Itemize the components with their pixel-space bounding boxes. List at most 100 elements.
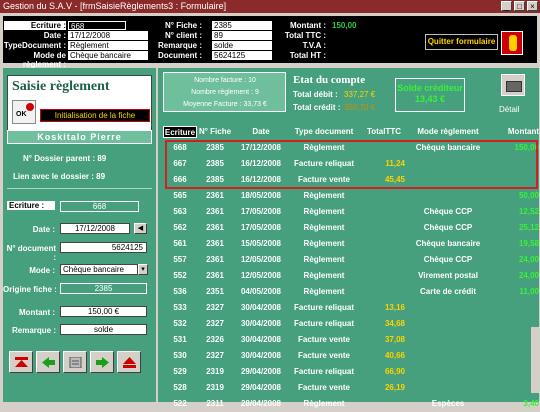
cell-fiche: 2319 (206, 367, 224, 376)
col-totalttc[interactable]: TotalTTC (359, 126, 409, 138)
first-record-button[interactable] (9, 351, 33, 373)
init-form-button[interactable]: Initialisation de la fiche (40, 109, 150, 122)
cell-fiche: 2361 (206, 271, 224, 280)
cell-totalttc: 13,16 (384, 303, 405, 312)
cell-totalttc: 37,08 (384, 335, 405, 344)
cell-totalttc (359, 284, 409, 300)
cell-ecriture: 528 (173, 383, 187, 392)
previous-record-button[interactable] (36, 351, 60, 373)
cell-mode (409, 300, 487, 316)
document-label: Document : (158, 51, 202, 60)
minimize-icon[interactable]: _ (501, 1, 512, 11)
table-row[interactable]: 562 2361 17/05/2008 Règlement Chèque CCP 25,1… (163, 220, 539, 236)
form-ecriture-value: 668 (60, 201, 139, 212)
table-row[interactable]: 531 2326 30/04/2008 Facture vente 37,08 (163, 332, 539, 348)
cell-montant: 50,00 (518, 191, 539, 200)
cell-typedoc: Facture reliquat (293, 367, 354, 376)
ecriture-label: Ecriture : (4, 21, 66, 30)
nb-reglement: Nombre règlement : 9 (191, 89, 259, 96)
moyenne-facture: Moyenne Facture : 33,73 € (183, 101, 267, 108)
cell-ecriture: 561 (173, 239, 187, 248)
last-record-button[interactable] (117, 351, 141, 373)
cell-montant: 19,58 (518, 239, 539, 248)
new-record-button[interactable] (63, 351, 87, 373)
table-row[interactable]: 536 2351 04/05/2008 Règlement Carte de crédi… (163, 284, 539, 300)
table-row[interactable]: 533 2327 30/04/2008 Facture reliquat 13,16 (163, 300, 539, 316)
col-fiche[interactable]: N° Fiche (197, 126, 233, 138)
table-header: Ecriture N° Fiche Date Type document Tot… (163, 126, 539, 138)
detail-label[interactable]: Détail (499, 105, 519, 114)
first-record-icon (15, 357, 28, 367)
cell-mode: Espèces (431, 399, 465, 408)
table-row[interactable]: 529 2319 29/04/2008 Facture reliquat 66,90 (163, 364, 539, 380)
table-row[interactable]: 552 2361 12/05/2008 Règlement Virement posta… (163, 268, 539, 284)
cell-totalttc (359, 236, 409, 252)
col-typedoc[interactable]: Type document (289, 126, 359, 138)
cell-fiche: 2361 (206, 223, 224, 232)
cell-fiche: 2319 (206, 383, 224, 392)
col-ecriture[interactable]: Ecriture (163, 126, 197, 138)
cell-fiche: 2311 (206, 399, 224, 408)
close-icon[interactable]: × (527, 1, 538, 11)
table-row[interactable]: 565 2361 18/05/2008 Règlement 50,00 (163, 188, 539, 204)
form-ndoc-label: N° document : (6, 244, 56, 262)
cell-date: 17/05/2008 (240, 207, 282, 216)
exit-door-icon[interactable] (501, 31, 523, 55)
cell-mode: Chèque bancaire (415, 239, 481, 248)
cell-ecriture: 529 (173, 367, 187, 376)
ecriture-value: 668 (68, 21, 126, 31)
scrollbar[interactable] (531, 327, 539, 393)
table-row[interactable]: 530 2327 30/04/2008 Facture vente 40,66 (163, 348, 539, 364)
cell-mode: Chèque CCP (423, 223, 473, 232)
col-mode[interactable]: Mode règlement (409, 126, 487, 138)
col-montant[interactable]: Montant (487, 126, 539, 138)
typedoc-value: Règlement (68, 41, 148, 50)
form-mode-select[interactable]: Chèque bancaire (60, 264, 138, 275)
cell-ecriture: 562 (173, 223, 187, 232)
cell-typedoc: Facture reliquat (293, 303, 354, 312)
cell-typedoc: Facture vente (297, 335, 351, 344)
cell-date: 12/05/2008 (240, 255, 282, 264)
cell-typedoc: Règlement (303, 287, 345, 296)
quit-form-button[interactable]: Quitter formulaire (425, 34, 498, 50)
table-row[interactable]: 532 2327 30/04/2008 Facture reliquat 34,68 (163, 316, 539, 332)
cell-mode (409, 364, 487, 380)
cell-date: 04/05/2008 (240, 287, 282, 296)
cell-montant: 12,52 (518, 207, 539, 216)
cell-typedoc: Règlement (303, 207, 345, 216)
table-row[interactable]: 522 2311 28/04/2008 Règlement Espèces 3,40 (163, 396, 539, 412)
form-date-input[interactable]: 17/12/2008 (60, 223, 130, 234)
cell-date: 29/04/2008 (240, 367, 282, 376)
table-row[interactable]: 528 2319 29/04/2008 Facture vente 26,19 (163, 380, 539, 396)
nb-facture: Nombre facture : 10 (194, 77, 256, 84)
left-panel: Saisie règlement Initialisation de la fi… (3, 68, 156, 402)
cell-montant: 3,40 (523, 399, 539, 408)
form-montant-input[interactable]: 150,00 € (60, 306, 147, 317)
next-record-button[interactable] (90, 351, 114, 373)
cell-totalttc: 26,19 (384, 383, 405, 392)
date-picker-button[interactable]: ◀ (134, 223, 147, 234)
col-date[interactable]: Date (233, 126, 289, 138)
document-icon (69, 357, 82, 368)
form-origine-label: Origine fiche : (3, 285, 57, 294)
table-row[interactable]: 561 2361 15/05/2008 Règlement Chèque bancair… (163, 236, 539, 252)
cell-fiche: 2361 (206, 191, 224, 200)
cell-ecriture: 533 (173, 303, 187, 312)
maximize-icon[interactable]: □ (514, 1, 525, 11)
lien-dossier: Lien avec le dossier : 89 (13, 172, 106, 181)
cell-totalttc (359, 268, 409, 284)
printer-icon[interactable] (501, 74, 525, 96)
cell-date: 28/04/2008 (240, 399, 282, 408)
form-ndoc-input[interactable]: 5624125 (60, 242, 147, 253)
remarque-label: Remarque : (157, 41, 202, 50)
table-row[interactable]: 557 2361 12/05/2008 Règlement Chèque CCP 24,0… (163, 252, 539, 268)
cell-date: 12/05/2008 (240, 271, 282, 280)
table-row[interactable]: 563 2361 17/05/2008 Règlement Chèque CCP 12,5… (163, 204, 539, 220)
chevron-down-icon[interactable]: ▾ (138, 264, 148, 275)
totalht-label: Total HT : (289, 51, 326, 60)
window-titlebar[interactable]: Gestion du S.A.V - [frmSaisieRèglements3… (0, 0, 540, 13)
divider (7, 188, 152, 189)
cell-fiche: 2351 (206, 287, 224, 296)
form-remarque-input[interactable]: solde (60, 324, 147, 335)
cell-totalttc: 40,66 (384, 351, 405, 360)
